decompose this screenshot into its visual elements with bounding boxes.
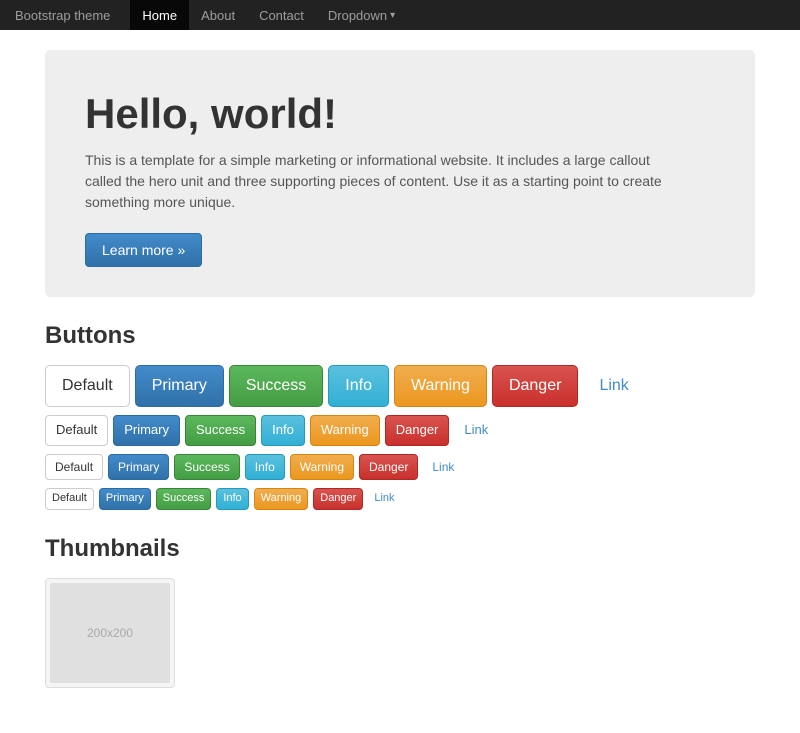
btn-default-xs[interactable]: Default — [45, 488, 94, 509]
nav-item-about[interactable]: About — [189, 0, 247, 30]
btn-warning-sm[interactable]: Warning — [290, 454, 354, 481]
thumbnail-placeholder: 200x200 — [50, 583, 170, 683]
btn-warning-md[interactable]: Warning — [310, 415, 380, 445]
buttons-section: Buttons Default Primary Success Info War… — [45, 322, 755, 510]
btn-success-sm[interactable]: Success — [174, 454, 239, 481]
btn-row-large: Default Primary Success Info Warning Dan… — [45, 365, 755, 407]
btn-link-sm[interactable]: Link — [423, 455, 463, 480]
btn-danger-lg[interactable]: Danger — [492, 365, 578, 407]
hero-title: Hello, world! — [85, 90, 715, 138]
nav-item-contact[interactable]: Contact — [247, 0, 316, 30]
btn-link-md[interactable]: Link — [454, 416, 498, 444]
btn-default-lg[interactable]: Default — [45, 365, 130, 407]
btn-danger-sm[interactable]: Danger — [359, 454, 418, 481]
nav-items: Home About Contact Dropdown ▾ — [130, 0, 407, 30]
btn-default-md[interactable]: Default — [45, 415, 108, 445]
nav-item-home[interactable]: Home — [130, 0, 189, 30]
btn-row-small: Default Primary Success Info Warning Dan… — [45, 454, 755, 481]
btn-row-medium: Default Primary Success Info Warning Dan… — [45, 415, 755, 445]
btn-warning-lg[interactable]: Warning — [394, 365, 487, 407]
thumbnails-section: Thumbnails 200x200 — [45, 535, 755, 688]
btn-primary-lg[interactable]: Primary — [135, 365, 224, 407]
btn-success-md[interactable]: Success — [185, 415, 256, 445]
btn-link-xs[interactable]: Link — [368, 489, 400, 508]
navbar-brand[interactable]: Bootstrap theme — [15, 8, 110, 23]
learn-more-button[interactable]: Learn more » — [85, 233, 202, 267]
btn-info-md[interactable]: Info — [261, 415, 305, 445]
btn-primary-sm[interactable]: Primary — [108, 454, 169, 481]
thumbnail-item[interactable]: 200x200 — [45, 578, 175, 688]
btn-info-sm[interactable]: Info — [245, 454, 285, 481]
nav-item-dropdown[interactable]: Dropdown ▾ — [316, 0, 407, 30]
btn-info-xs[interactable]: Info — [216, 488, 248, 509]
btn-success-xs[interactable]: Success — [156, 488, 212, 509]
hero-unit: Hello, world! This is a template for a s… — [45, 50, 755, 297]
btn-primary-md[interactable]: Primary — [113, 415, 180, 445]
btn-primary-xs[interactable]: Primary — [99, 488, 151, 509]
dropdown-arrow-icon: ▾ — [390, 10, 395, 21]
btn-link-lg[interactable]: Link — [583, 366, 644, 406]
btn-danger-md[interactable]: Danger — [385, 415, 450, 445]
btn-info-lg[interactable]: Info — [328, 365, 389, 407]
btn-success-lg[interactable]: Success — [229, 365, 323, 407]
btn-warning-xs[interactable]: Warning — [254, 488, 309, 509]
thumbnails-section-title: Thumbnails — [45, 535, 755, 563]
navbar: Bootstrap theme Home About Contact Dropd… — [0, 0, 800, 30]
thumbnail-placeholder-text: 200x200 — [87, 626, 133, 640]
btn-default-sm[interactable]: Default — [45, 454, 103, 481]
btn-row-xsmall: Default Primary Success Info Warning Dan… — [45, 488, 755, 509]
main-container: Hello, world! This is a template for a s… — [30, 30, 770, 733]
btn-danger-xs[interactable]: Danger — [313, 488, 363, 509]
buttons-section-title: Buttons — [45, 322, 755, 350]
hero-description: This is a template for a simple marketin… — [85, 150, 685, 213]
